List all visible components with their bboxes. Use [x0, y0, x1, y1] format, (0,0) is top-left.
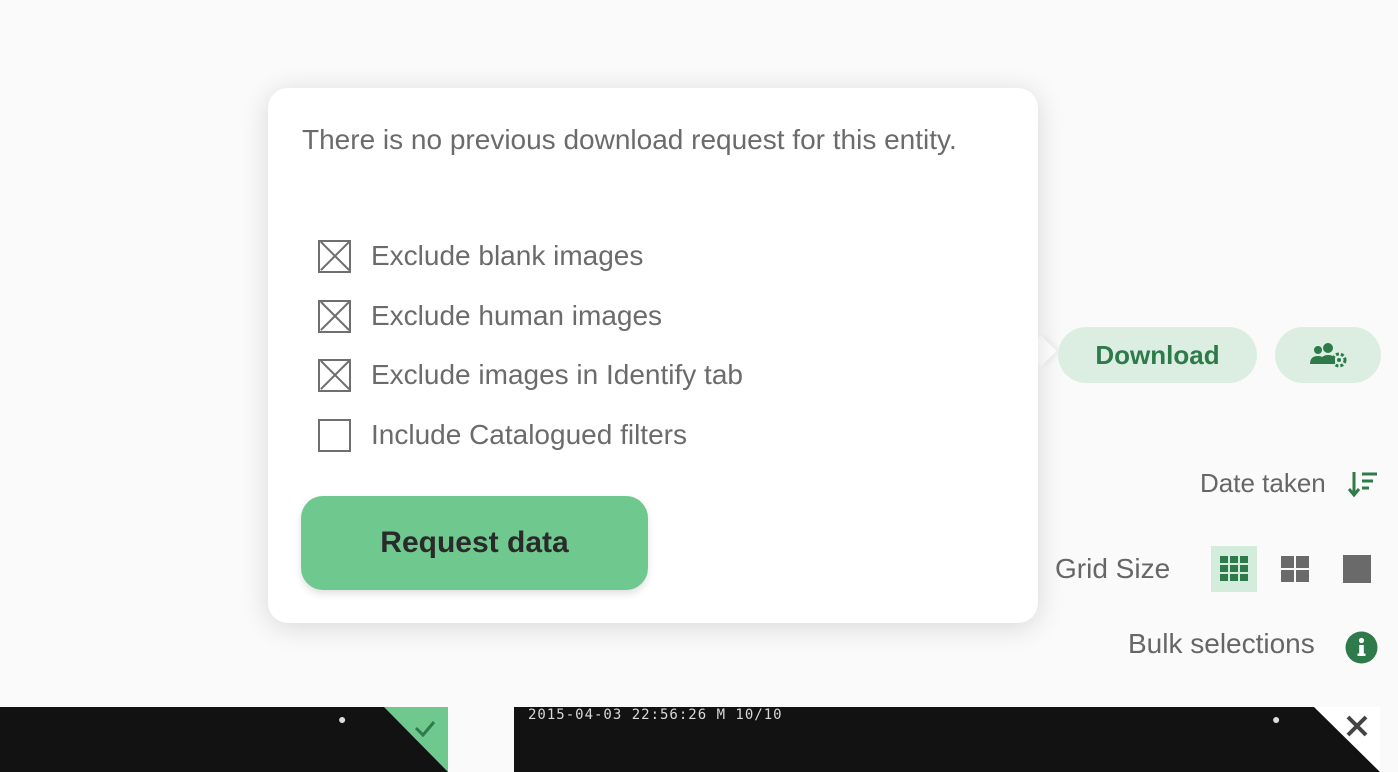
include-catalogued-checkbox[interactable] [318, 418, 351, 452]
sort-label[interactable]: Date taken [1200, 468, 1326, 499]
info-icon[interactable] [1345, 631, 1378, 664]
exclude-human-checkbox[interactable] [318, 299, 351, 333]
download-button[interactable]: Download [1058, 327, 1257, 383]
grid-size-large-button[interactable] [1334, 546, 1380, 592]
small-grid-icon [1220, 556, 1248, 581]
thumbnail-marker: ● [1272, 711, 1281, 727]
no-request-message: There is no previous download request fo… [302, 124, 957, 155]
thumbnail-card[interactable]: ● [0, 707, 448, 772]
users-settings-button[interactable] [1275, 327, 1381, 383]
option-exclude-human[interactable]: Exclude human images [318, 298, 662, 334]
option-exclude-blank[interactable]: Exclude blank images [318, 238, 643, 274]
users-cog-icon [1310, 343, 1347, 368]
bulk-selections-label: Bulk selections [1128, 628, 1315, 659]
download-request-popover: There is no previous download request fo… [268, 88, 1038, 623]
request-data-button[interactable]: Request data [301, 496, 648, 590]
option-label: Exclude human images [371, 300, 663, 331]
large-grid-icon [1343, 555, 1371, 583]
thumbnail-card[interactable]: 2015-04-03 22:56:26 M 10/10 ● [514, 707, 1380, 772]
excluded-corner[interactable] [1314, 707, 1380, 772]
option-label: Exclude blank images [371, 240, 644, 271]
selected-corner[interactable] [384, 707, 448, 772]
thumbnail-timestamp: 2015-04-03 22:56:26 M 10/10 [528, 707, 783, 723]
grid-size-label: Grid Size [1055, 553, 1171, 584]
option-label: Include Catalogued filters [371, 419, 687, 450]
medium-grid-icon [1281, 556, 1309, 582]
option-label: Exclude images in Identify tab [371, 359, 743, 390]
option-exclude-identify[interactable]: Exclude images in Identify tab [318, 357, 743, 393]
grid-size-small-button[interactable] [1211, 546, 1257, 592]
sort-descending-icon[interactable] [1348, 470, 1378, 498]
option-include-catalogued[interactable]: Include Catalogued filters [318, 417, 687, 453]
exclude-blank-checkbox[interactable] [318, 239, 351, 273]
exclude-identify-checkbox[interactable] [318, 358, 351, 392]
grid-size-medium-button[interactable] [1272, 546, 1318, 592]
thumbnail-marker: ● [338, 711, 347, 727]
